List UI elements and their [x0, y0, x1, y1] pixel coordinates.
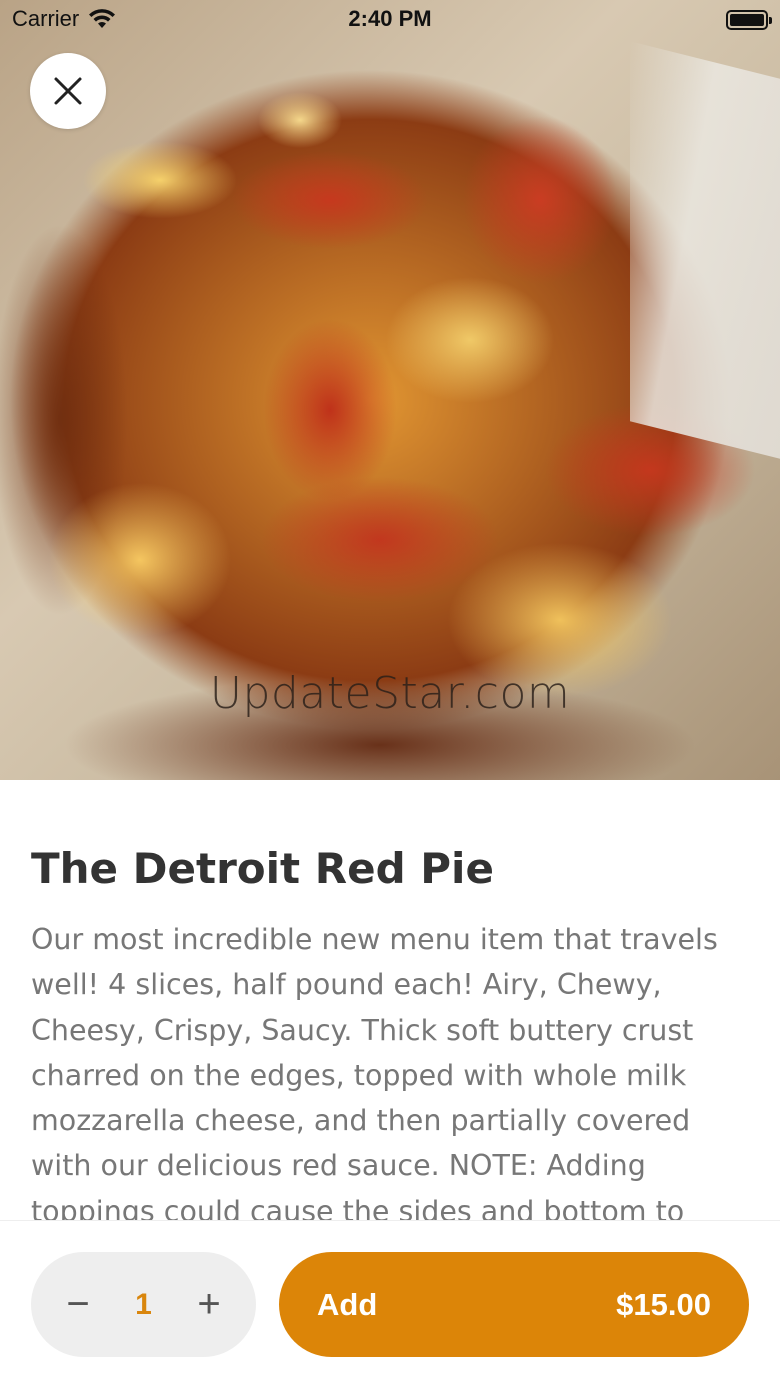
add-button-label: Add — [317, 1287, 378, 1322]
minus-icon: − — [66, 1282, 90, 1326]
status-time: 2:40 PM — [348, 6, 432, 31]
add-button-price: $15.00 — [616, 1287, 711, 1322]
battery-icon — [726, 10, 772, 30]
battery-level — [730, 14, 764, 26]
item-detail-screen: UpdateStar.com Carrier 2:40 PM The Detro… — [0, 0, 780, 1387]
increment-button[interactable]: + — [174, 1252, 244, 1357]
battery-tip — [769, 17, 772, 24]
item-photo: UpdateStar.com — [0, 0, 780, 780]
item-details: The Detroit Red Pie Our most incredible … — [0, 780, 780, 1220]
status-bar: Carrier 2:40 PM — [0, 0, 780, 40]
bottom-action-bar: 1 − + Add $15.00 — [0, 1220, 780, 1387]
decrement-button[interactable]: − — [43, 1252, 113, 1357]
pizza-box-edge — [630, 41, 780, 459]
close-icon — [54, 77, 82, 105]
item-description: Our most incredible new menu item that t… — [31, 923, 718, 1220]
close-button[interactable] — [30, 53, 106, 129]
watermark: UpdateStar.com — [209, 668, 571, 719]
quantity-stepper: 1 − + — [31, 1252, 256, 1357]
plus-icon: + — [197, 1282, 221, 1326]
add-to-cart-button[interactable]: Add $15.00 — [279, 1252, 749, 1357]
item-title: The Detroit Red Pie — [31, 844, 494, 893]
